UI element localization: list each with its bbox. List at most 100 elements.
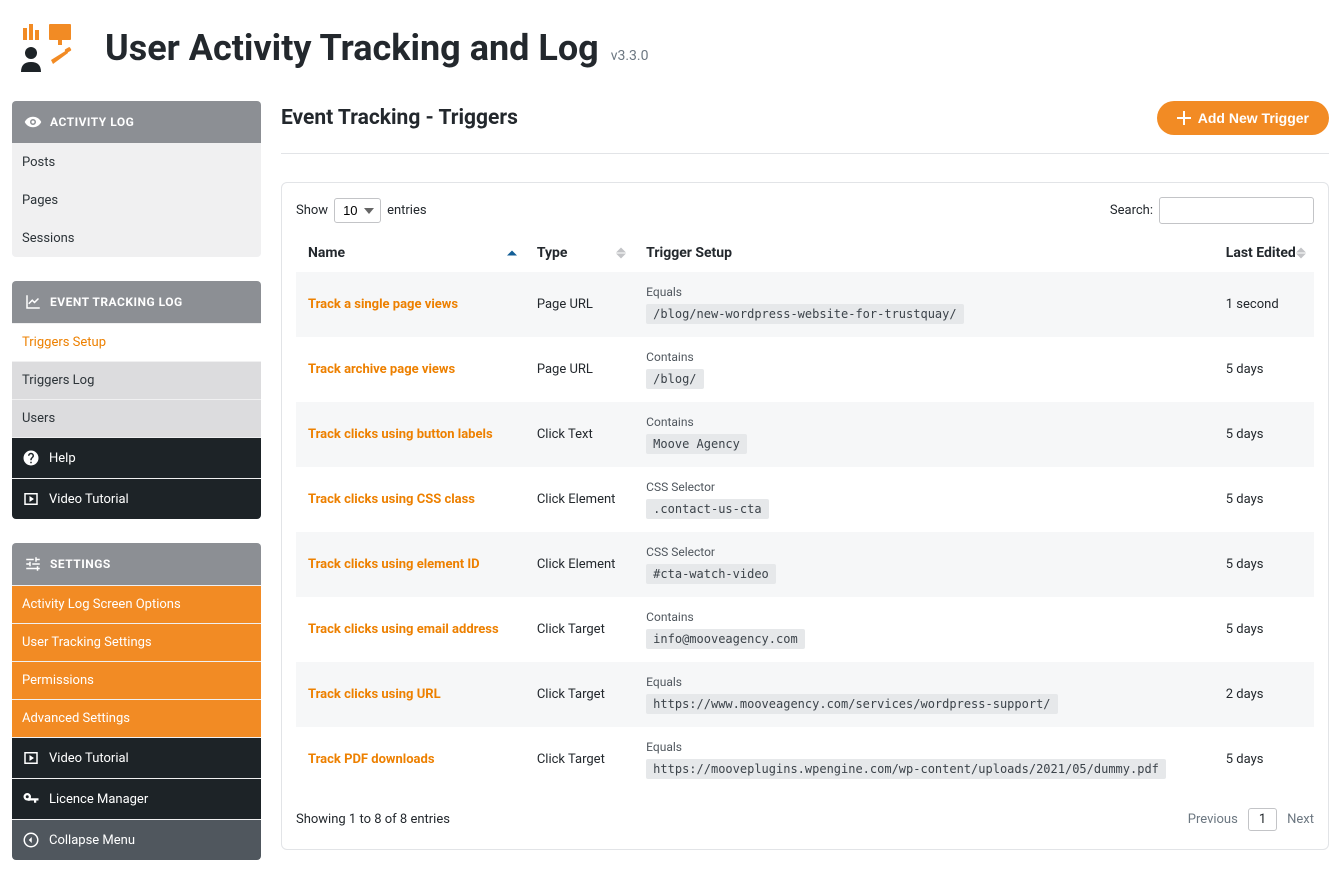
add-button-label: Add New Trigger	[1198, 110, 1309, 126]
sidebar-item-activity-log-screen-options[interactable]: Activity Log Screen Options	[12, 585, 261, 623]
sidebar-section-header: ACTIVITY LOG	[12, 101, 261, 143]
setup-operator: CSS Selector	[646, 480, 1202, 494]
setup-operator: Equals	[646, 740, 1202, 754]
plus-icon	[1177, 111, 1191, 125]
trigger-name-link[interactable]: Track PDF downloads	[308, 752, 435, 767]
sidebar-item-collapse-menu[interactable]: Collapse Menu	[12, 819, 261, 860]
trigger-setup: Equals https://www.mooveagency.com/servic…	[634, 662, 1214, 727]
sidebar-section-header: SETTINGS	[12, 543, 261, 585]
table-row: Track clicks using CSS class Click Elemen…	[296, 467, 1314, 532]
sidebar-item-sessions[interactable]: Sessions	[12, 219, 261, 257]
setup-value: Moove Agency	[646, 434, 747, 454]
setup-value: https://mooveplugins.wpengine.com/wp-con…	[646, 759, 1166, 779]
sidebar-item-triggers-setup[interactable]: Triggers Setup	[12, 323, 261, 361]
column-header-last-edited[interactable]: Last Edited	[1214, 234, 1314, 272]
trigger-name-link[interactable]: Track clicks using CSS class	[308, 492, 475, 507]
trigger-setup: Equals https://mooveplugins.wpengine.com/…	[634, 727, 1214, 792]
setup-operator: Contains	[646, 350, 1202, 364]
setup-operator: Contains	[646, 415, 1202, 429]
table-row: Track clicks using email addressClick Ta…	[296, 597, 1314, 662]
pager-previous[interactable]: Previous	[1188, 812, 1238, 827]
sidebar-item-label: Permissions	[22, 673, 94, 688]
collapse-icon	[22, 831, 40, 849]
sidebar-item-pages[interactable]: Pages	[12, 181, 261, 219]
last-edited: 5 days	[1214, 402, 1314, 467]
search-input[interactable]	[1159, 197, 1314, 224]
setup-value: /blog/new-wordpress-website-for-trustqua…	[646, 304, 963, 324]
setup-value: https://www.mooveagency.com/services/wor…	[646, 694, 1057, 714]
sidebar-item-label: Triggers Setup	[22, 335, 106, 350]
trigger-type: Click Element	[525, 532, 634, 597]
trigger-name-link[interactable]: Track clicks using element ID	[308, 557, 480, 572]
eye-icon	[24, 113, 42, 131]
setup-operator: Equals	[646, 675, 1202, 689]
column-header-name[interactable]: Name	[296, 234, 525, 272]
last-edited: 5 days	[1214, 597, 1314, 662]
sidebar-item-label: Video Tutorial	[49, 751, 129, 766]
trigger-name-link[interactable]: Track archive page views	[308, 362, 455, 377]
last-edited: 5 days	[1214, 727, 1314, 792]
show-entries-control: Show 10 entries	[296, 198, 427, 223]
setup-operator: Equals	[646, 285, 1202, 299]
trigger-name-link[interactable]: Track clicks using email address	[308, 622, 499, 637]
trigger-name-link[interactable]: Track clicks using URL	[308, 687, 441, 702]
table-row: Track clicks using URLClick TargetEquals…	[296, 662, 1314, 727]
trigger-name-link[interactable]: Track clicks using button labels	[308, 427, 493, 442]
sidebar-section-title: ACTIVITY LOG	[50, 115, 134, 129]
column-header-trigger-setup[interactable]: Trigger Setup	[634, 234, 1214, 272]
triggers-panel: Show 10 entries Search: NameTypeTrigger …	[281, 182, 1329, 850]
trigger-setup: Contains Moove Agency	[634, 402, 1214, 467]
table-row: Track a single page viewsPage URLEquals/…	[296, 272, 1314, 337]
setup-value: info@mooveagency.com	[646, 629, 805, 649]
show-label-pre: Show	[296, 203, 328, 218]
setup-operator: CSS Selector	[646, 545, 1202, 559]
app-logo-icon	[15, 20, 75, 76]
table-row: Track clicks using element ID Click Eleme…	[296, 532, 1314, 597]
sidebar-item-user-tracking-settings[interactable]: User Tracking Settings	[12, 623, 261, 661]
sidebar-item-label: Help	[49, 451, 76, 466]
sidebar-item-advanced-settings[interactable]: Advanced Settings	[12, 699, 261, 737]
trigger-name-link[interactable]: Track a single page views	[308, 297, 458, 312]
last-edited: 1 second	[1214, 272, 1314, 337]
setup-value: .contact-us-cta	[646, 499, 768, 519]
sidebar-item-posts[interactable]: Posts	[12, 143, 261, 181]
entries-select[interactable]: 10	[334, 198, 381, 223]
sidebar-item-label: Posts	[22, 155, 55, 170]
app-version: v3.3.0	[611, 48, 649, 64]
sidebar-item-label: Licence Manager	[49, 792, 148, 807]
triggers-table: NameTypeTrigger SetupLast Edited Track a…	[296, 234, 1314, 792]
last-edited: 5 days	[1214, 467, 1314, 532]
sidebar-section-title: SETTINGS	[50, 557, 111, 571]
table-row: Track archive page viewsPage URLContains…	[296, 337, 1314, 402]
help-icon	[22, 449, 40, 467]
last-edited: 5 days	[1214, 532, 1314, 597]
sidebar-item-help[interactable]: Help	[12, 437, 261, 478]
last-edited: 5 days	[1214, 337, 1314, 402]
pager-current[interactable]: 1	[1248, 808, 1277, 831]
column-header-type[interactable]: Type	[525, 234, 634, 272]
video-icon	[22, 749, 40, 767]
pager-next[interactable]: Next	[1287, 812, 1314, 827]
sidebar-item-triggers-log[interactable]: Triggers Log	[12, 361, 261, 399]
table-info: Showing 1 to 8 of 8 entries	[296, 812, 450, 827]
sidebar-section-title: EVENT TRACKING LOG	[50, 295, 183, 309]
sidebar-item-users[interactable]: Users	[12, 399, 261, 437]
main-content: Event Tracking - Triggers Add New Trigge…	[281, 101, 1329, 850]
trigger-type: Click Element	[525, 467, 634, 532]
sidebar-item-label: Triggers Log	[22, 373, 94, 388]
sort-icon	[1296, 248, 1306, 259]
sidebar-item-permissions[interactable]: Permissions	[12, 661, 261, 699]
table-row: Track PDF downloadsClick TargetEqualshtt…	[296, 727, 1314, 792]
trigger-setup: Containsinfo@mooveagency.com	[634, 597, 1214, 662]
last-edited: 2 days	[1214, 662, 1314, 727]
sort-icon	[507, 251, 517, 256]
add-new-trigger-button[interactable]: Add New Trigger	[1157, 101, 1329, 135]
sidebar-item-label: Activity Log Screen Options	[22, 597, 181, 612]
sidebar: ACTIVITY LOG Posts Pages Sessions EVENT TRAC…	[12, 101, 261, 884]
page-title: Event Tracking - Triggers	[281, 106, 518, 130]
sidebar-item-licence-manager[interactable]: Licence Manager	[12, 778, 261, 819]
sidebar-item-video-tutorial[interactable]: Video Tutorial	[12, 478, 261, 519]
sidebar-item-video-tutorial[interactable]: Video Tutorial	[12, 737, 261, 778]
sidebar-item-label: Sessions	[22, 231, 75, 246]
sliders-icon	[24, 555, 42, 573]
